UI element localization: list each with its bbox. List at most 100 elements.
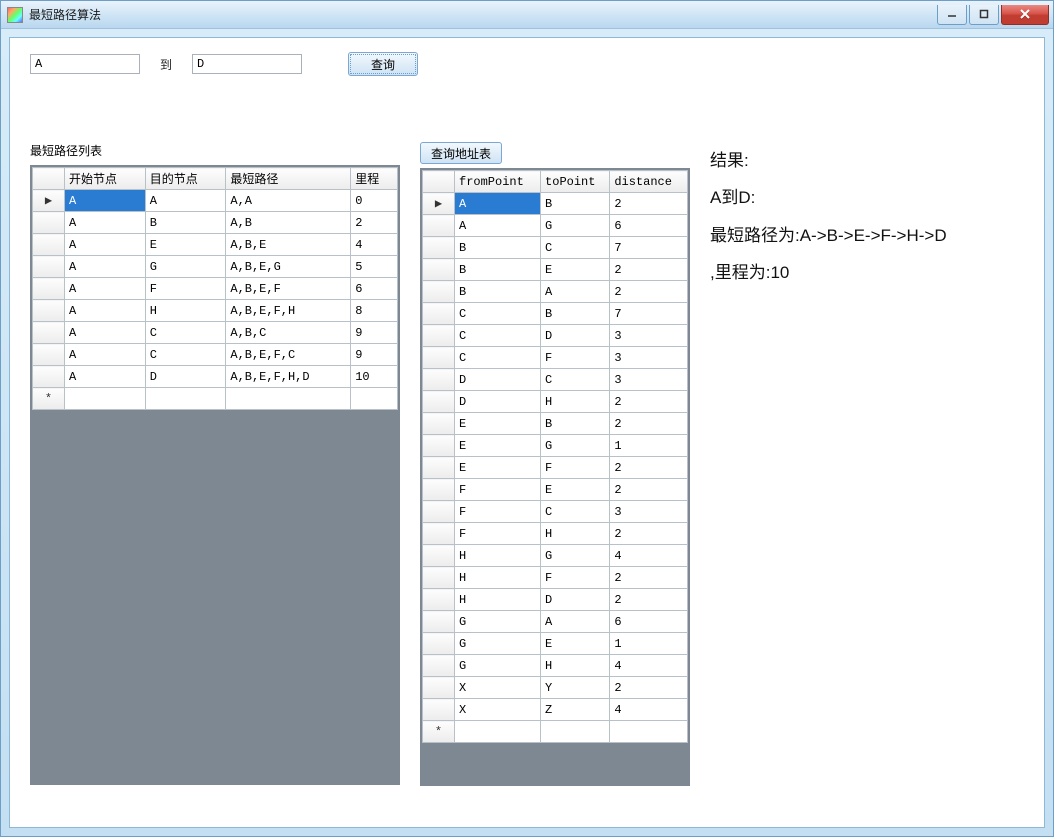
table-row[interactable]: FH2 xyxy=(423,523,688,545)
row-indicator[interactable] xyxy=(33,234,65,256)
cell[interactable]: A xyxy=(65,322,146,344)
cell[interactable]: 5 xyxy=(351,256,398,278)
cell[interactable]: 2 xyxy=(610,523,688,545)
cell[interactable]: F xyxy=(455,523,541,545)
row-indicator[interactable] xyxy=(423,567,455,589)
cell[interactable]: Y xyxy=(541,677,610,699)
cell[interactable]: F xyxy=(541,347,610,369)
cell[interactable]: F xyxy=(541,457,610,479)
cell[interactable]: A xyxy=(65,190,146,212)
table-row[interactable]: BA2 xyxy=(423,281,688,303)
row-indicator[interactable] xyxy=(33,366,65,388)
cell[interactable] xyxy=(541,721,610,743)
new-row-indicator[interactable]: * xyxy=(423,721,455,743)
titlebar[interactable]: 最短路径算法 xyxy=(1,1,1053,29)
cell[interactable]: A xyxy=(455,215,541,237)
cell[interactable]: 4 xyxy=(351,234,398,256)
cell[interactable]: E xyxy=(455,413,541,435)
table-row[interactable]: GA6 xyxy=(423,611,688,633)
cell[interactable]: 6 xyxy=(351,278,398,300)
query-button[interactable]: 查询 xyxy=(348,52,418,76)
cell[interactable]: A xyxy=(65,344,146,366)
table-row[interactable]: EG1 xyxy=(423,435,688,457)
row-indicator[interactable] xyxy=(423,259,455,281)
row-indicator[interactable] xyxy=(423,457,455,479)
cell[interactable]: A xyxy=(65,256,146,278)
row-indicator[interactable] xyxy=(423,611,455,633)
cell[interactable] xyxy=(610,721,688,743)
cell[interactable]: G xyxy=(541,215,610,237)
cell[interactable]: A,B xyxy=(226,212,351,234)
to-input[interactable] xyxy=(192,54,302,74)
row-indicator[interactable] xyxy=(423,633,455,655)
cell[interactable]: A,B,E xyxy=(226,234,351,256)
row-indicator[interactable] xyxy=(423,479,455,501)
row-indicator[interactable] xyxy=(33,212,65,234)
cell[interactable]: C xyxy=(145,322,226,344)
cell[interactable]: D xyxy=(455,369,541,391)
cell[interactable]: A,A xyxy=(226,190,351,212)
row-indicator[interactable] xyxy=(423,589,455,611)
cell[interactable]: A,B,E,F,C xyxy=(226,344,351,366)
cell[interactable]: X xyxy=(455,677,541,699)
cell[interactable]: E xyxy=(455,435,541,457)
cell[interactable]: A,B,C xyxy=(226,322,351,344)
table-row[interactable]: AHA,B,E,F,H8 xyxy=(33,300,398,322)
cell[interactable]: A xyxy=(65,366,146,388)
cell[interactable]: 3 xyxy=(610,347,688,369)
cell[interactable]: 6 xyxy=(610,611,688,633)
table-row[interactable]: ▶AAA,A0 xyxy=(33,190,398,212)
cell[interactable]: C xyxy=(455,325,541,347)
cell[interactable]: 1 xyxy=(610,633,688,655)
cell[interactable] xyxy=(455,721,541,743)
new-row[interactable]: * xyxy=(423,721,688,743)
cell[interactable]: F xyxy=(455,501,541,523)
table-row[interactable]: ACA,B,C9 xyxy=(33,322,398,344)
cell[interactable]: G xyxy=(541,545,610,567)
col-path[interactable]: 最短路径 xyxy=(226,168,351,190)
row-indicator[interactable] xyxy=(33,256,65,278)
row-indicator[interactable] xyxy=(423,325,455,347)
table-row[interactable]: AFA,B,E,F6 xyxy=(33,278,398,300)
table-row[interactable]: DC3 xyxy=(423,369,688,391)
shortest-path-grid[interactable]: 开始节点 目的节点 最短路径 里程 ▶AAA,A0ABA,B2AEA,B,E4A… xyxy=(30,165,400,785)
cell[interactable]: A,B,E,F,H xyxy=(226,300,351,322)
cell[interactable]: C xyxy=(145,344,226,366)
row-indicator[interactable] xyxy=(423,699,455,721)
row-indicator[interactable] xyxy=(33,278,65,300)
cell[interactable]: 2 xyxy=(610,259,688,281)
cell[interactable]: 4 xyxy=(610,545,688,567)
query-address-table-button[interactable]: 查询地址表 xyxy=(420,142,502,164)
cell[interactable]: E xyxy=(455,457,541,479)
cell[interactable]: 1 xyxy=(610,435,688,457)
cell[interactable]: X xyxy=(455,699,541,721)
cell[interactable]: B xyxy=(455,281,541,303)
cell[interactable]: D xyxy=(541,589,610,611)
cell[interactable]: E xyxy=(541,479,610,501)
cell[interactable]: 9 xyxy=(351,322,398,344)
table-row[interactable]: ACA,B,E,F,C9 xyxy=(33,344,398,366)
cell[interactable]: C xyxy=(541,369,610,391)
cell[interactable]: H xyxy=(455,589,541,611)
cell[interactable]: 2 xyxy=(610,391,688,413)
cell[interactable]: 8 xyxy=(351,300,398,322)
cell[interactable]: G xyxy=(541,435,610,457)
cell[interactable]: A,B,E,F,H,D xyxy=(226,366,351,388)
row-indicator[interactable] xyxy=(423,281,455,303)
cell[interactable]: C xyxy=(455,347,541,369)
row-indicator[interactable] xyxy=(423,545,455,567)
cell[interactable]: 4 xyxy=(610,655,688,677)
table-row[interactable]: GH4 xyxy=(423,655,688,677)
cell[interactable]: A xyxy=(455,193,541,215)
cell[interactable]: H xyxy=(455,567,541,589)
row-indicator[interactable] xyxy=(423,523,455,545)
cell[interactable]: A xyxy=(65,300,146,322)
cell[interactable]: B xyxy=(455,259,541,281)
cell[interactable]: A xyxy=(65,278,146,300)
table-row[interactable]: EF2 xyxy=(423,457,688,479)
cell[interactable]: E xyxy=(541,259,610,281)
cell[interactable]: F xyxy=(145,278,226,300)
row-indicator[interactable]: ▶ xyxy=(33,190,65,212)
table-row[interactable]: CB7 xyxy=(423,303,688,325)
cell[interactable] xyxy=(351,388,398,410)
